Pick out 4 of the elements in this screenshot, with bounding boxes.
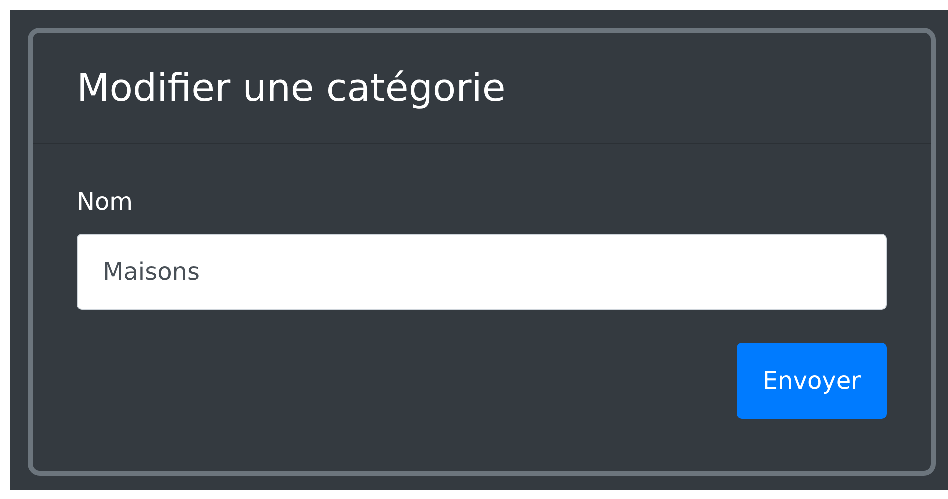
field-label: Nom [77, 188, 134, 216]
submit-button[interactable]: Envoyer [736, 343, 887, 419]
name-field[interactable]: Maisons [77, 234, 887, 310]
card-title: Modifier une catégorie [77, 66, 506, 110]
